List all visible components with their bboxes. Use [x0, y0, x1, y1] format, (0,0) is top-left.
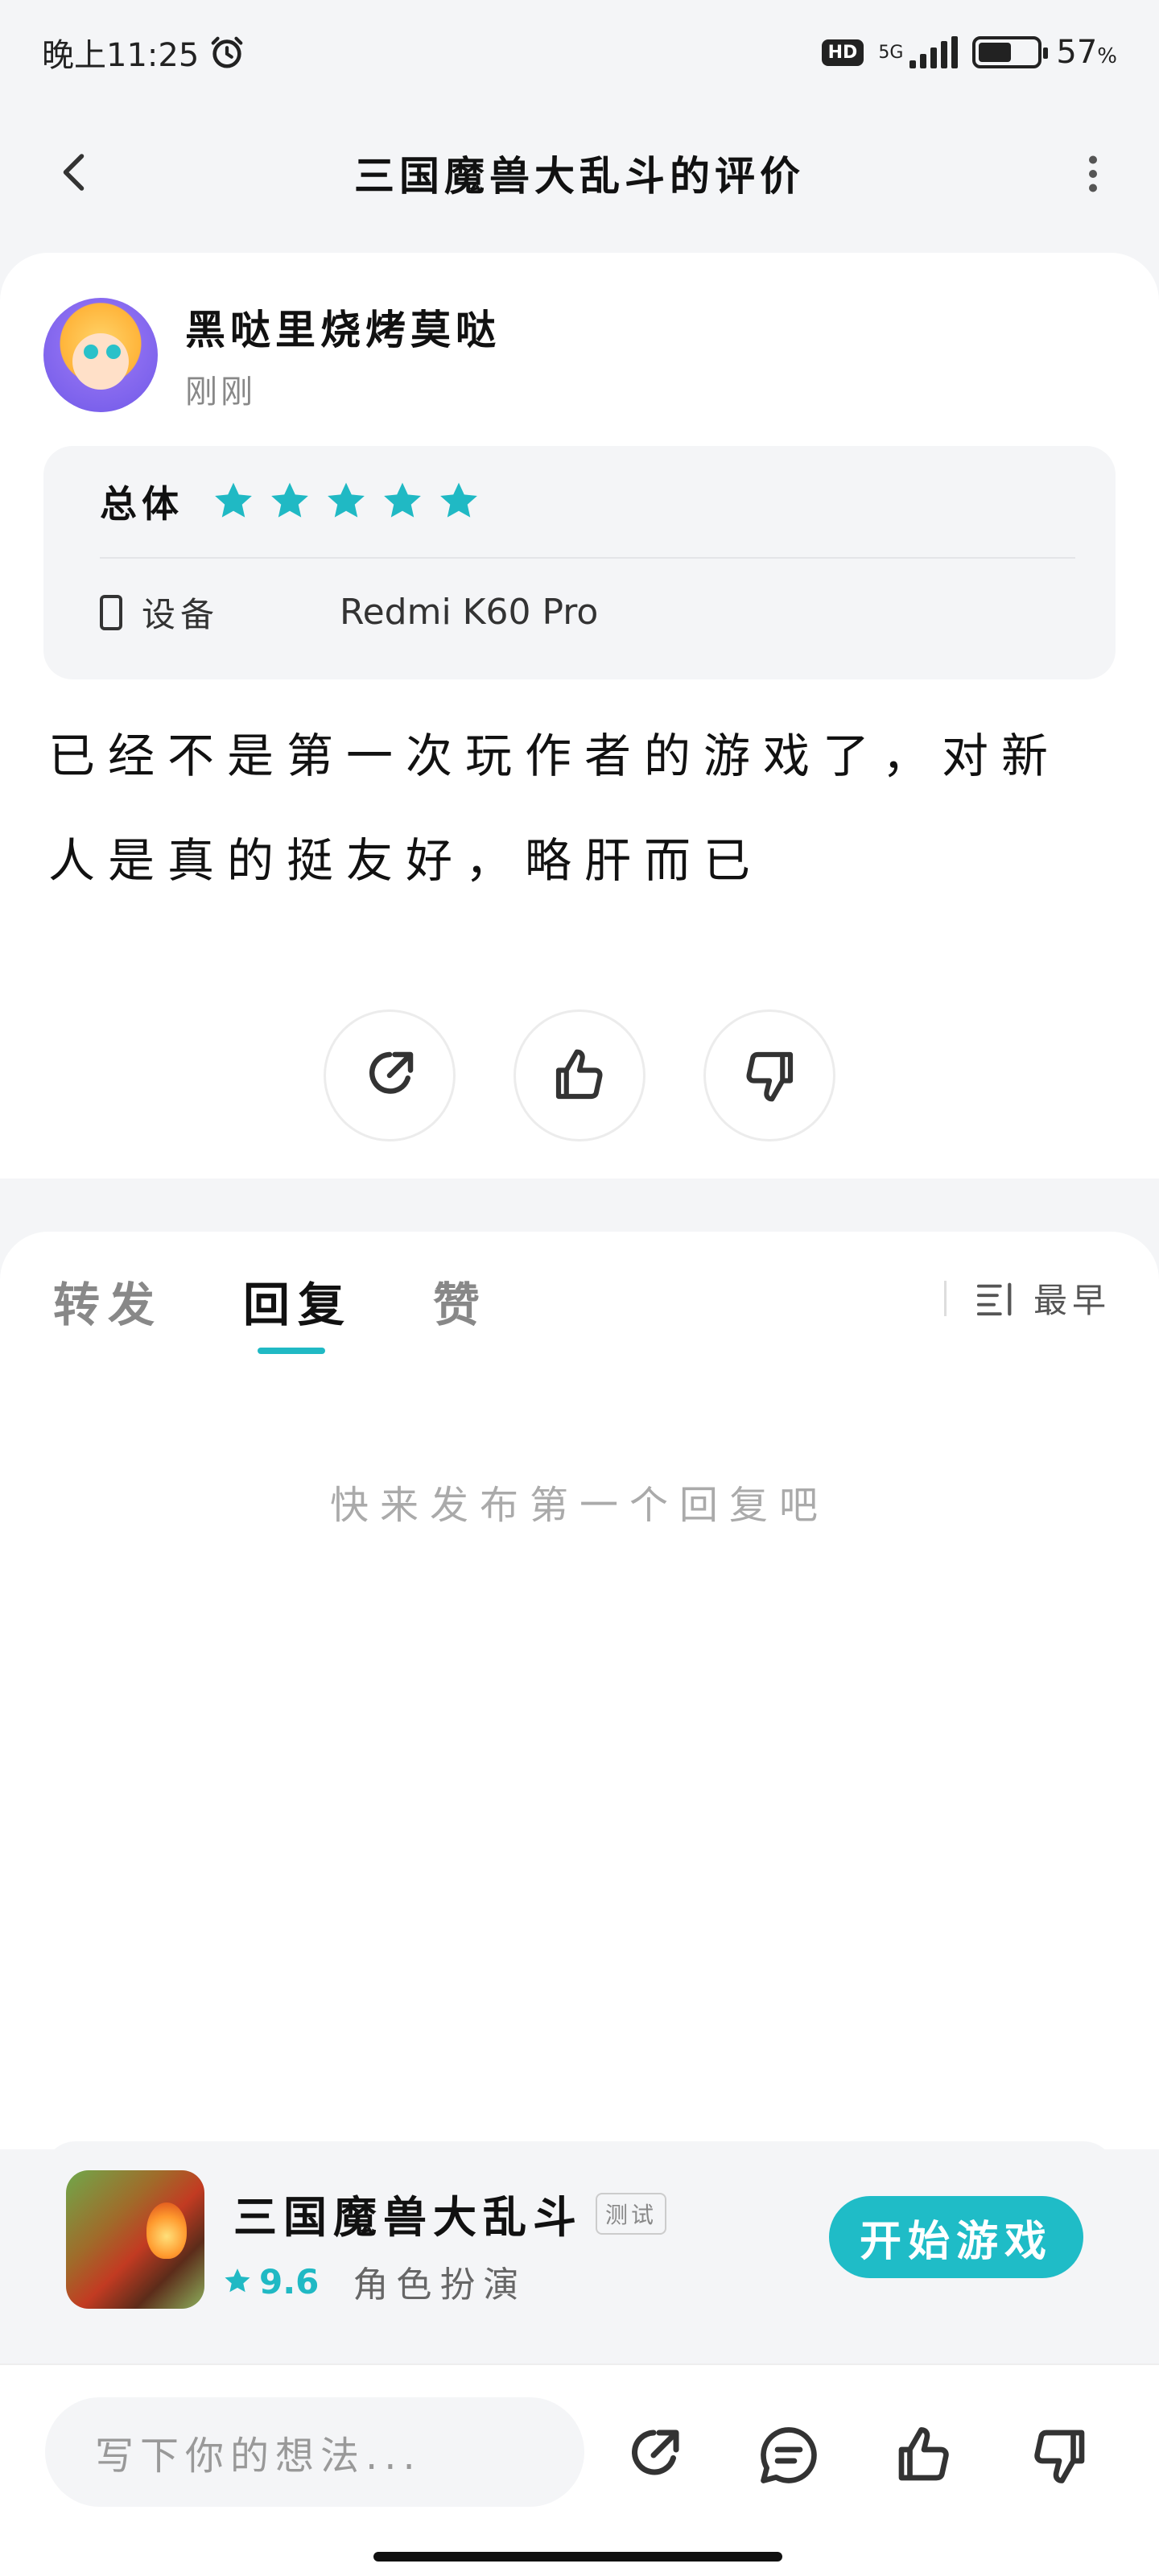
reply-tabs: 转发 回复 赞 [53, 1267, 488, 1354]
game-name[interactable]: 三国魔兽大乱斗 [233, 2182, 583, 2245]
review-card: 黑哒里烧烤莫哒 刚刚 总体 设备 Redmi K60 Pro 已经不是第一次玩作… [0, 253, 1159, 1179]
game-score: 9.6 [259, 2261, 320, 2301]
home-indicator[interactable] [373, 2552, 782, 2562]
divider [100, 557, 1075, 559]
thumbs-down-icon [746, 1051, 794, 1102]
star-icon [271, 482, 308, 518]
top-header: 三国魔兽大乱斗的评价 [0, 105, 1159, 242]
comment-input[interactable]: 写下你的想法... [45, 2397, 584, 2507]
star-icon [225, 2268, 250, 2293]
device-value: Redmi K60 Pro [340, 592, 599, 633]
sort-icon [976, 1282, 1012, 1315]
bottom-bar: 写下你的想法... [0, 2363, 1159, 2576]
overall-label: 总体 [100, 482, 184, 526]
start-game-button[interactable]: 开始游戏 [829, 2196, 1083, 2278]
review-actions [0, 1009, 1159, 1141]
battery-icon [972, 36, 1049, 68]
star-rating [211, 479, 481, 524]
star-icon [384, 482, 421, 518]
game-tag: 测试 [596, 2192, 667, 2235]
status-bar: 晚上11:25 HD 5G 57% [0, 0, 1159, 105]
review-time: 刚刚 [185, 374, 256, 411]
rating-box: 总体 设备 Redmi K60 Pro [43, 446, 1116, 679]
battery-percent: 57% [1056, 34, 1117, 71]
avatar[interactable] [43, 298, 158, 412]
star-icon [215, 482, 252, 518]
replies-section: 转发 回复 赞 最早 快来发布第一个回复吧 [0, 1232, 1159, 2149]
sort-label: 最早 [1033, 1281, 1111, 1320]
share-icon[interactable] [620, 2421, 687, 2489]
game-card[interactable]: 三国魔兽大乱斗 测试 9.6 角色扮演 开始游戏 [43, 2141, 1116, 2334]
alarm-icon [211, 36, 243, 68]
back-arrow-icon[interactable] [52, 148, 100, 196]
review-author[interactable]: 黑哒里烧烤莫哒 刚刚 [43, 298, 501, 412]
review-content: 已经不是第一次玩作者的游戏了，对新人是真的挺友好，略肝而已 [48, 729, 1062, 888]
thumbs-up-icon [555, 1049, 603, 1100]
tab-replies[interactable]: 回复 [243, 1267, 353, 1354]
share-icon [369, 1051, 414, 1094]
network-label: 5G [878, 42, 904, 63]
thumbs-down-icon[interactable] [1025, 2421, 1093, 2489]
empty-replies-text: 快来发布第一个回复吧 [329, 1483, 829, 1528]
dislike-button[interactable] [703, 1009, 835, 1141]
like-button[interactable] [514, 1009, 645, 1141]
star-icon [328, 482, 365, 518]
tab-repost[interactable]: 转发 [53, 1267, 163, 1335]
divider [943, 1280, 947, 1316]
hd-badge: HD [821, 39, 864, 66]
more-options-icon[interactable] [1069, 150, 1117, 198]
page-title: 三国魔兽大乱斗的评价 [354, 153, 805, 200]
device-label: 设备 [142, 595, 220, 634]
author-name[interactable]: 黑哒里烧烤莫哒 [185, 298, 501, 356]
phone-icon [100, 594, 122, 630]
comment-icon[interactable] [755, 2421, 823, 2489]
share-button[interactable] [324, 1009, 456, 1141]
signal-icon [909, 36, 959, 68]
thumbs-up-icon[interactable] [890, 2421, 958, 2489]
star-icon [440, 482, 477, 518]
game-category: 角色扮演 [353, 2264, 527, 2306]
tab-likes[interactable]: 赞 [433, 1267, 488, 1335]
game-icon[interactable] [66, 2170, 204, 2309]
sort-toggle[interactable]: 最早 [943, 1274, 1111, 1323]
status-time: 晚上11:25 [42, 37, 200, 74]
